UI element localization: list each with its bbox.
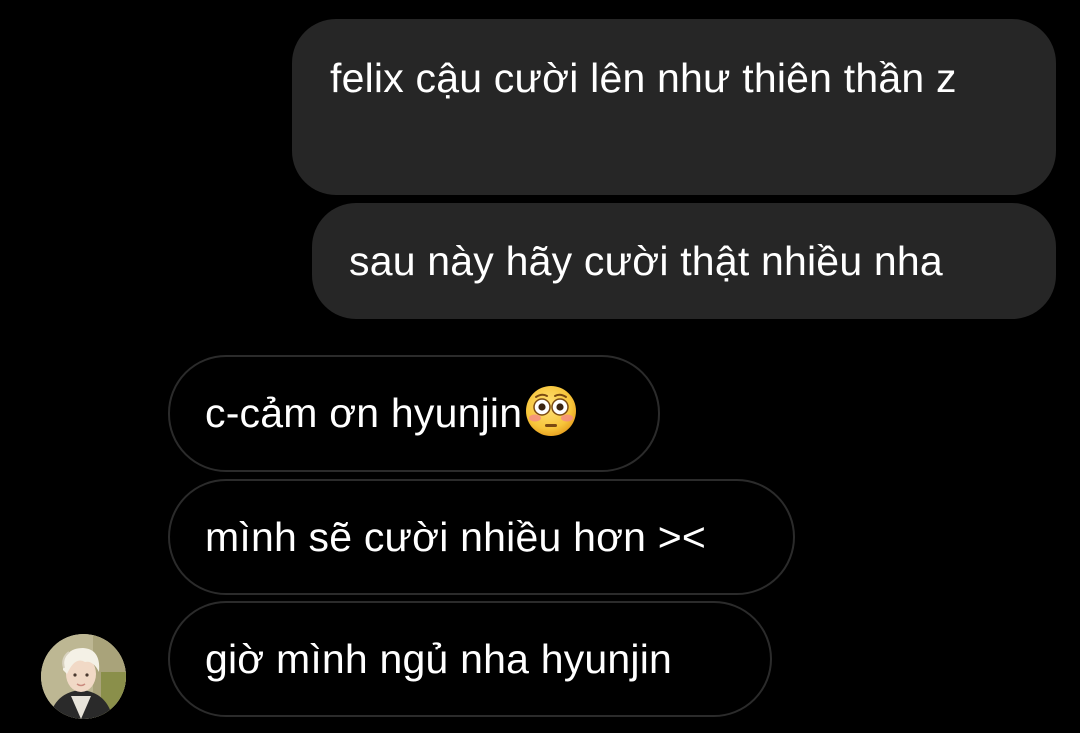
avatar-photo-icon — [41, 634, 126, 719]
incoming-message-bubble[interactable]: giờ mình ngủ nha hyunjin — [168, 601, 772, 717]
sender-avatar[interactable] — [41, 634, 126, 719]
message-text: sau này hãy cười thật nhiều nha — [349, 238, 943, 284]
flushed-face-emoji-icon — [525, 367, 577, 436]
message-text: mình sẽ cười nhiều hơn >< — [205, 514, 707, 560]
message-text: c-cảm ơn hyunjin — [205, 390, 523, 436]
incoming-message-bubble[interactable]: mình sẽ cười nhiều hơn >< — [168, 479, 795, 595]
outgoing-message-bubble[interactable]: sau này hãy cười thật nhiều nha — [312, 203, 1056, 319]
outgoing-message-bubble[interactable]: felix cậu cười lên như thiên thần z — [292, 19, 1056, 195]
message-text: felix cậu cười lên như thiên thần z — [330, 55, 957, 101]
message-text: giờ mình ngủ nha hyunjin — [205, 636, 673, 682]
incoming-message-bubble[interactable]: c-cảm ơn hyunjin — [168, 355, 660, 472]
